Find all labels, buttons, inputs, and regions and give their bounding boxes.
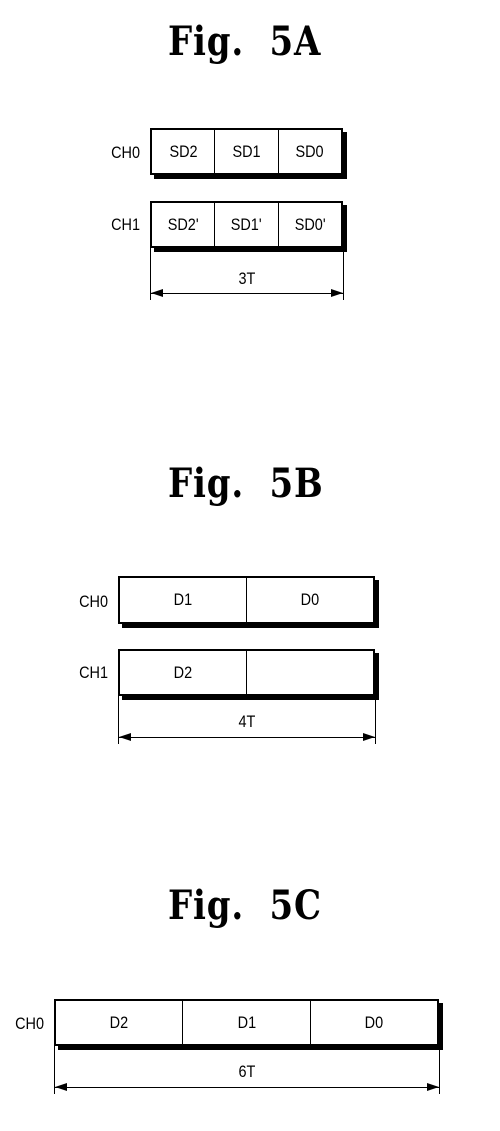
- figure-5c-title: Fig. 5C: [168, 882, 322, 929]
- arrow-left-icon: [55, 1083, 67, 1091]
- figure-5b-ch1-cell: D2: [120, 651, 247, 694]
- figure-5b-ch0-label: CH0: [79, 592, 108, 611]
- figure-5b-ch1-label: CH1: [79, 663, 108, 682]
- figure-5b-ch0-bar: D1 D0: [118, 576, 375, 624]
- figure-5b-duration-dimension: 4T: [118, 696, 376, 744]
- dimension-line: [150, 293, 344, 294]
- figure-5a-ch1-cell: SD1': [215, 203, 279, 246]
- figure-5a-ch0-label: CH0: [111, 143, 140, 162]
- figure-5a-ch0-cell: SD0: [295, 141, 324, 161]
- figure-5a-ch1-label: CH1: [111, 215, 140, 234]
- arrow-left-icon: [119, 733, 131, 741]
- dimension-line: [118, 737, 376, 738]
- figure-5a-duration-label: 3T: [238, 269, 256, 288]
- figure-5a-ch1-cell: SD0': [294, 214, 326, 234]
- figure-5b-ch1-cell: [247, 651, 373, 694]
- dimension-line: [54, 1087, 440, 1088]
- arrow-right-icon: [427, 1083, 439, 1091]
- figure-5c-ch0-cell: D1: [183, 1001, 311, 1044]
- figure-5b-title: Fig. 5B: [168, 460, 324, 507]
- figure-5b-ch0-cell: D1: [120, 578, 247, 622]
- figure-5b-duration-label: 4T: [238, 712, 256, 731]
- arrow-right-icon: [331, 289, 343, 297]
- figure-5c-ch0-label: CH0: [15, 1014, 44, 1033]
- figure-5a-ch0-bar: SD2 SD1 SD0: [150, 128, 343, 175]
- figure-5a-ch0-cell: SD1: [215, 130, 279, 173]
- figure-5b-ch1-bar: D2: [118, 649, 375, 696]
- figure-5a-ch0-cell: SD2: [152, 130, 216, 173]
- figure-5a-duration-dimension: 3T: [150, 248, 344, 300]
- figure-5a-title: Fig. 5A: [168, 18, 322, 65]
- arrow-right-icon: [363, 733, 375, 741]
- figure-5c-duration-label: 6T: [238, 1062, 256, 1081]
- figure-5b-ch0-cell: D0: [300, 590, 320, 609]
- figure-5c-ch0-bar: D2 D1 D0: [54, 999, 439, 1046]
- figure-5a-ch1-bar: SD2' SD1' SD0': [150, 201, 343, 248]
- figure-5c-ch0-cell: D2: [56, 1001, 184, 1044]
- figure-5c-duration-dimension: 6T: [54, 1046, 440, 1094]
- arrow-left-icon: [151, 289, 163, 297]
- figure-5c-ch0-cell: D0: [364, 1012, 384, 1032]
- figure-5a-ch1-cell: SD2': [152, 203, 216, 246]
